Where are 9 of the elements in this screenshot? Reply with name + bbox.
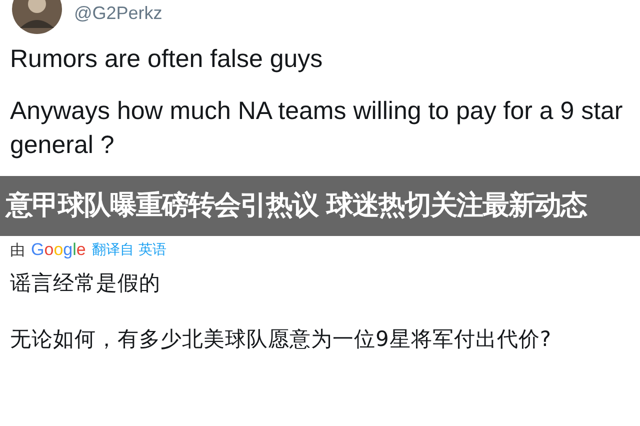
google-logo: Google: [31, 240, 86, 260]
headline-banner: 意甲球队曝重磅转会引热议 球迷热切关注最新动态: [0, 176, 640, 236]
user-handle: @G2Perkz: [74, 2, 162, 24]
translated-text: 谣言经常是假的: [10, 270, 162, 297]
translation-link[interactable]: 翻译自 英语: [92, 241, 166, 259]
tweet-text: Rumors are often false guys: [10, 44, 324, 75]
translation-label: 由: [10, 240, 25, 260]
translated-text: 无论如何，有多少北美球队愿意为一位9星将军付出代价?: [10, 326, 553, 353]
tweet-text: Anyways how much NA teams willing to pay for a 9 star general ?: [10, 96, 624, 161]
